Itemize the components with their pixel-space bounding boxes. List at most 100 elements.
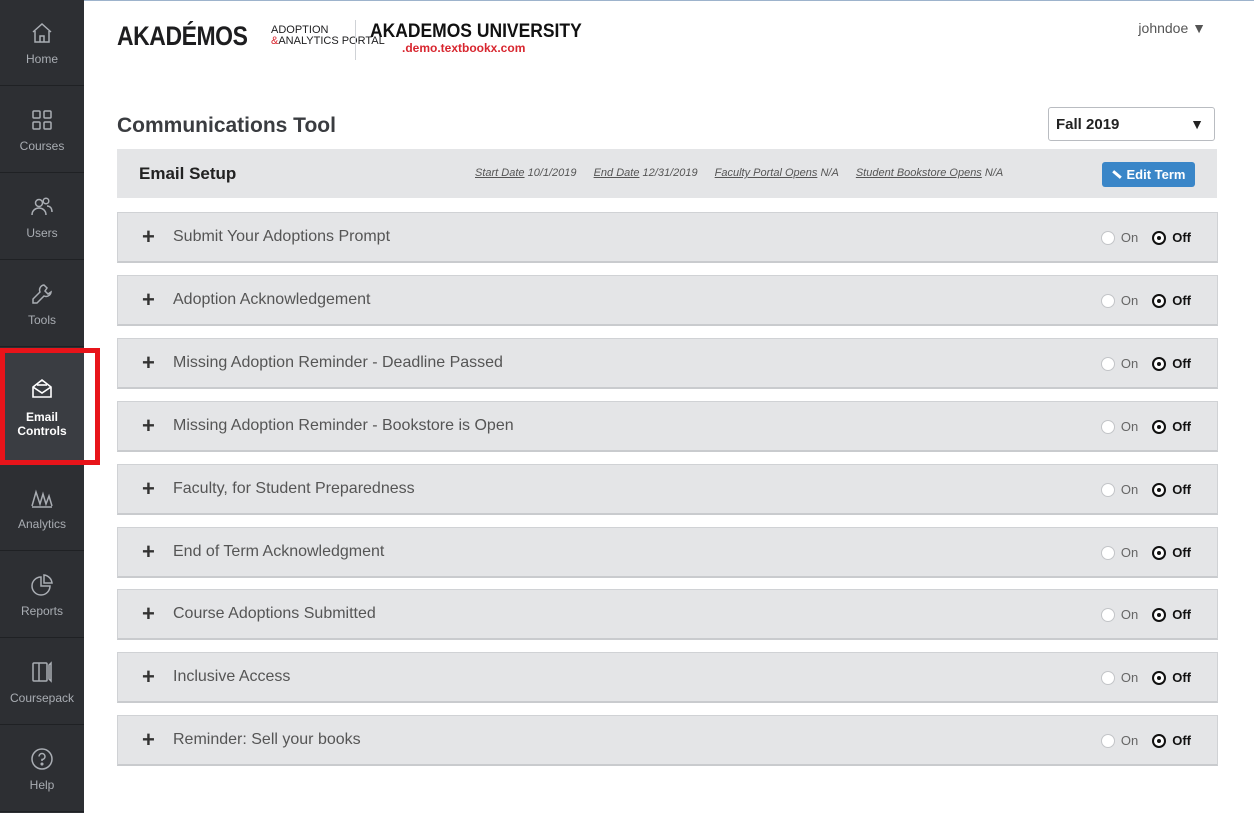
expand-plus-icon[interactable]: + xyxy=(142,541,160,563)
bookstore-opens: Student Bookstore Opens N/A xyxy=(856,167,1003,179)
on-off-toggle: On Off xyxy=(1100,670,1191,685)
expand-plus-icon[interactable]: + xyxy=(142,415,160,437)
sidebar-item-courses[interactable]: Courses xyxy=(0,87,84,173)
sidebar-item-label: Help xyxy=(29,778,55,792)
radio-circle xyxy=(1100,670,1115,685)
off-label: Off xyxy=(1172,293,1191,308)
off-radio[interactable]: Off xyxy=(1152,733,1191,748)
sidebar-item-label: Analytics xyxy=(17,517,67,531)
on-label: On xyxy=(1120,482,1139,497)
email-name[interactable]: Adoption Acknowledgement xyxy=(173,291,370,309)
sidebar-item-reports[interactable]: Reports xyxy=(0,552,84,638)
envelope-icon xyxy=(29,376,55,402)
email-name[interactable]: Course Adoptions Submitted xyxy=(173,605,376,623)
on-radio[interactable]: On xyxy=(1100,419,1138,434)
off-label: Off xyxy=(1172,545,1191,560)
on-radio[interactable]: On xyxy=(1100,607,1138,622)
sidebar-item-label: Courses xyxy=(19,139,65,153)
email-name[interactable]: Submit Your Adoptions Prompt xyxy=(173,228,390,246)
on-label: On xyxy=(1120,356,1139,371)
on-off-toggle: On Off xyxy=(1100,607,1191,622)
pencil-icon xyxy=(1111,170,1122,179)
radio-circle xyxy=(1100,356,1115,371)
on-radio[interactable]: On xyxy=(1100,293,1138,308)
start-date-label: Start Date xyxy=(475,167,525,179)
help-icon xyxy=(29,746,55,772)
radio-circle-checked xyxy=(1152,293,1167,308)
on-label: On xyxy=(1120,230,1139,245)
expand-plus-icon[interactable]: + xyxy=(142,729,160,751)
faculty-portal-opens: Faculty Portal Opens N/A xyxy=(715,167,839,179)
end-date-label: End Date xyxy=(593,167,640,179)
on-radio[interactable]: On xyxy=(1100,230,1139,245)
expand-plus-icon[interactable]: + xyxy=(142,603,160,625)
on-label: On xyxy=(1120,545,1139,560)
faculty-portal-value: N/A xyxy=(820,167,839,179)
sidebar-item-email-controls[interactable]: Email Controls xyxy=(0,348,84,464)
pie-chart-icon xyxy=(29,572,55,598)
email-name[interactable]: Inclusive Access xyxy=(173,668,290,686)
wrench-icon xyxy=(29,281,55,307)
page-title: Communications Tool xyxy=(117,114,336,137)
on-off-toggle: On Off xyxy=(1100,419,1191,434)
email-name[interactable]: Reminder: Sell your books xyxy=(173,731,361,749)
off-radio[interactable]: Off xyxy=(1152,545,1191,560)
university-name: AKADEMOS UNIVERSITY xyxy=(370,21,582,42)
off-radio[interactable]: Off xyxy=(1152,607,1191,622)
on-off-toggle: On Off xyxy=(1100,230,1191,245)
radio-circle-checked xyxy=(1152,733,1167,748)
portal-logo[interactable]: AKADÉMOS ADOPTION &ANALYTICS PORTAL xyxy=(117,21,385,51)
radio-circle-checked xyxy=(1152,419,1167,434)
expand-plus-icon[interactable]: + xyxy=(142,289,160,311)
email-row: + Course Adoptions Submitted On Off xyxy=(117,589,1218,640)
radio-circle xyxy=(1100,545,1115,560)
start-date: Start Date 10/1/2019 xyxy=(475,167,577,179)
radio-circle-checked xyxy=(1152,356,1167,371)
off-radio[interactable]: Off xyxy=(1152,482,1191,497)
sidebar-item-analytics[interactable]: Analytics xyxy=(0,465,84,551)
chevron-down-icon: ▼ xyxy=(1190,116,1204,132)
expand-plus-icon[interactable]: + xyxy=(142,226,160,248)
sidebar-item-tools[interactable]: Tools xyxy=(0,261,84,347)
radio-circle xyxy=(1100,293,1115,308)
off-radio[interactable]: Off xyxy=(1152,293,1191,308)
sidebar-item-label: Coursepack xyxy=(9,691,75,705)
term-select[interactable]: Fall 2019 ▼ xyxy=(1048,107,1215,141)
email-name[interactable]: End of Term Acknowledgment xyxy=(173,543,384,561)
on-radio[interactable]: On xyxy=(1100,482,1139,497)
email-row: + Reminder: Sell your books On Off xyxy=(117,715,1218,766)
on-radio[interactable]: On xyxy=(1100,670,1138,685)
email-row: + Missing Adoption Reminder - Bookstore … xyxy=(117,401,1218,452)
home-icon xyxy=(29,20,55,46)
expand-plus-icon[interactable]: + xyxy=(142,666,160,688)
on-radio[interactable]: On xyxy=(1100,733,1138,748)
email-name[interactable]: Missing Adoption Reminder - Deadline Pas… xyxy=(173,354,503,372)
radio-circle xyxy=(1100,607,1115,622)
end-date: End Date 12/31/2019 xyxy=(594,167,698,179)
off-radio[interactable]: Off xyxy=(1152,670,1191,685)
logo-wordmark: AKADÉMOS xyxy=(117,21,248,51)
email-row: + Faculty, for Student Preparedness On O… xyxy=(117,464,1218,515)
radio-circle xyxy=(1100,733,1115,748)
off-radio[interactable]: Off xyxy=(1152,356,1191,371)
email-row: + End of Term Acknowledgment On Off xyxy=(117,527,1218,578)
sidebar-item-users[interactable]: Users xyxy=(0,174,84,260)
sidebar-item-home[interactable]: Home xyxy=(0,0,84,86)
expand-plus-icon[interactable]: + xyxy=(142,478,160,500)
email-name[interactable]: Missing Adoption Reminder - Bookstore is… xyxy=(173,417,514,435)
email-name[interactable]: Faculty, for Student Preparedness xyxy=(173,480,415,498)
on-off-toggle: On Off xyxy=(1100,545,1191,560)
sidebar-item-coursepack[interactable]: Coursepack xyxy=(0,639,84,725)
user-menu[interactable]: johndoe ▼ xyxy=(1138,20,1206,36)
on-off-toggle: On Off xyxy=(1100,733,1191,748)
edit-term-button[interactable]: Edit Term xyxy=(1102,162,1195,187)
off-radio[interactable]: Off xyxy=(1152,419,1191,434)
expand-plus-icon[interactable]: + xyxy=(142,352,160,374)
on-radio[interactable]: On xyxy=(1100,545,1139,560)
grid-icon xyxy=(29,107,55,133)
term-dates: Start Date 10/1/2019 End Date 12/31/2019… xyxy=(475,167,1003,179)
logo-subtitle-line2: ANALYTICS PORTAL xyxy=(278,35,385,47)
on-radio[interactable]: On xyxy=(1100,356,1139,371)
off-radio[interactable]: Off xyxy=(1152,230,1191,245)
sidebar-item-help[interactable]: Help xyxy=(0,726,84,812)
